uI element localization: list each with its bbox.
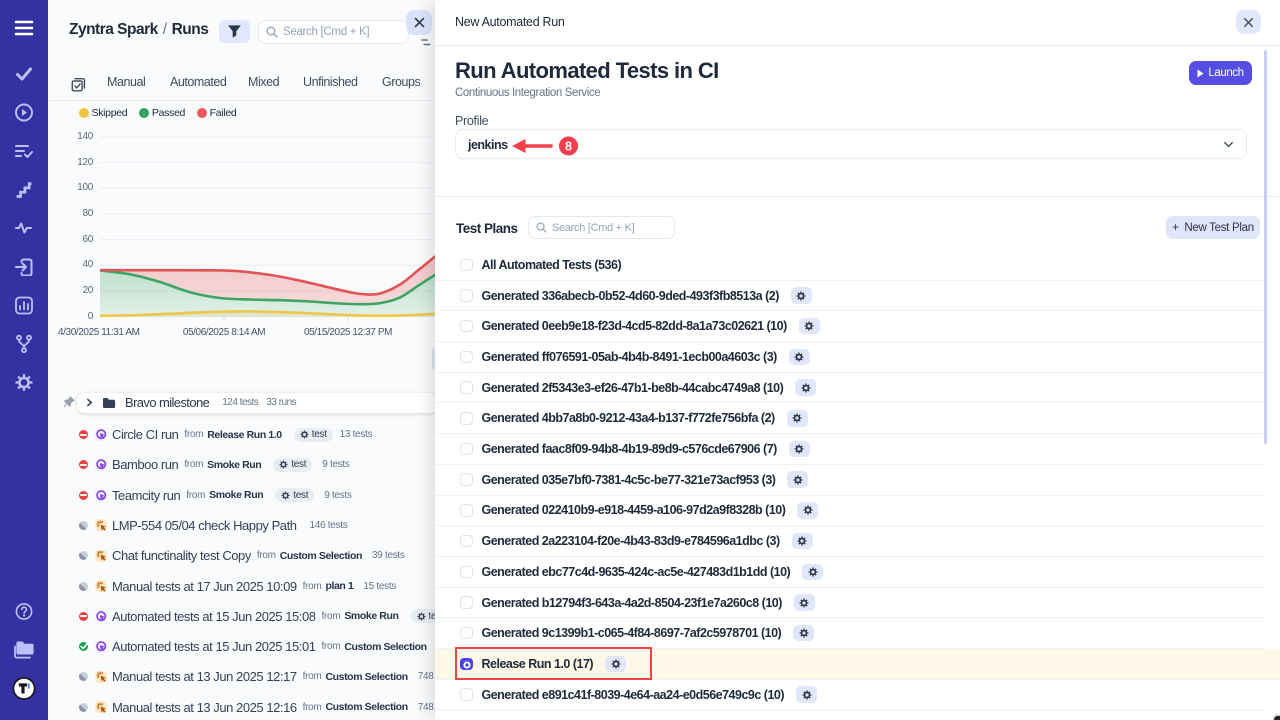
- svg-text:8: 8: [565, 139, 572, 153]
